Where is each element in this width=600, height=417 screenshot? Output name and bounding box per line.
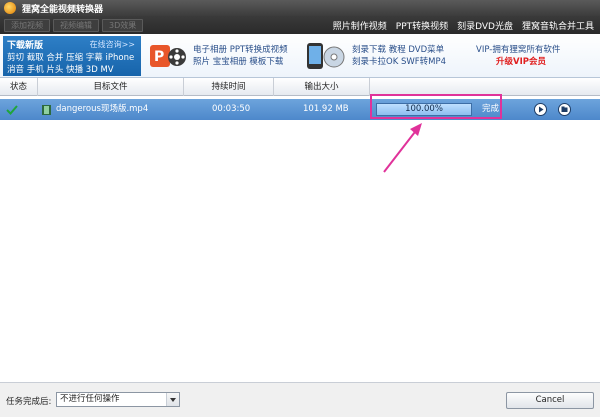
ppt-film-icon: P bbox=[150, 45, 186, 67]
app-window: 狸窝全能视频转换器 添加视频 视频编辑 3D效果 照片制作视频 PPT转换视频 … bbox=[0, 0, 600, 417]
promo-box[interactable]: 下载新版 在线咨询>> 剪切 截取 合并 压缩 字幕 iPhone 消音 手机 … bbox=[3, 36, 141, 76]
title-bar: 狸窝全能视频转换器 bbox=[0, 0, 600, 16]
table-row[interactable]: dangerous现场版.mp4 00:03:50 101.92 MB 100.… bbox=[0, 99, 600, 120]
edit-video-button[interactable]: 视频编辑 bbox=[53, 18, 99, 32]
link-burn-dvd[interactable]: 刻录DVD光盘 bbox=[457, 19, 513, 32]
link-photo-to-video[interactable]: 照片制作视频 bbox=[333, 19, 387, 32]
banner-link-karaoke[interactable]: 刻录卡拉OK SWF转MP4 bbox=[352, 55, 446, 67]
banner-link-photo[interactable]: 照片 宝宝相册 模板下载 bbox=[193, 55, 283, 67]
promo-heading: 下载新版 bbox=[7, 41, 44, 51]
after-task-label: 任务完成后: bbox=[6, 397, 52, 407]
after-task-select[interactable]: 不进行任何操作 bbox=[56, 392, 180, 407]
window-title: 狸窝全能视频转换器 bbox=[22, 4, 104, 15]
add-video-button[interactable]: 添加视频 bbox=[4, 18, 50, 32]
after-task-value: 不进行任何操作 bbox=[60, 394, 120, 404]
open-folder-button[interactable] bbox=[558, 103, 571, 116]
svg-text:P: P bbox=[154, 49, 164, 65]
annotation-arrow-icon bbox=[383, 123, 422, 173]
col-output-size[interactable]: 输出大小 bbox=[274, 78, 370, 96]
col-duration[interactable]: 持续时间 bbox=[184, 78, 274, 96]
checkmark-icon bbox=[6, 99, 20, 120]
ad-banner: 下载新版 在线咨询>> 剪切 截取 合并 压缩 字幕 iPhone 消音 手机 … bbox=[0, 34, 600, 78]
promo-line-2: 消音 手机 片头 快播 3D MV bbox=[7, 65, 114, 75]
3d-effect-button[interactable]: 3D效果 bbox=[102, 18, 144, 32]
col-status[interactable]: 状态 bbox=[0, 78, 38, 96]
highlight-frame bbox=[370, 94, 502, 119]
size-value: 101.92 MB bbox=[303, 104, 349, 114]
cancel-button[interactable]: Cancel bbox=[506, 392, 594, 409]
banner-link-burn[interactable]: 刻录下载 教程 DVD菜单 bbox=[352, 43, 444, 55]
link-audio-merge[interactable]: 狸窝音轨合并工具 bbox=[522, 19, 594, 32]
footer: 任务完成后: 不进行任何操作 Cancel bbox=[0, 383, 600, 417]
promo-line-1: 剪切 截取 合并 压缩 字幕 iPhone bbox=[7, 53, 135, 63]
vip-text[interactable]: VIP-拥有狸窝所有软件 bbox=[476, 43, 560, 55]
toolbar: 添加视频 视频编辑 3D效果 照片制作视频 PPT转换视频 刻录DVD光盘 狸窝… bbox=[0, 16, 600, 34]
upgrade-vip-link[interactable]: 升级VIP会员 bbox=[496, 55, 546, 67]
folder-icon bbox=[561, 106, 568, 112]
play-button[interactable] bbox=[534, 103, 547, 116]
online-help-link[interactable]: 在线咨询>> bbox=[90, 39, 135, 50]
film-icon bbox=[42, 104, 51, 115]
table-header: 状态 目标文件 持续时间 输出大小 bbox=[0, 78, 600, 96]
link-ppt-to-video[interactable]: PPT转换视频 bbox=[396, 19, 448, 32]
chevron-down-icon[interactable] bbox=[166, 393, 179, 406]
file-cell: dangerous现场版.mp4 bbox=[42, 99, 148, 120]
app-logo-icon bbox=[4, 2, 16, 14]
file-name: dangerous现场版.mp4 bbox=[56, 104, 149, 114]
col-target-file[interactable]: 目标文件 bbox=[38, 78, 184, 96]
task-list[interactable]: dangerous现场版.mp4 00:03:50 101.92 MB 100.… bbox=[0, 94, 600, 383]
dvd-device-icon bbox=[307, 43, 345, 69]
banner-link-album[interactable]: 电子相册 PPT转换成视频 bbox=[193, 43, 288, 55]
play-icon bbox=[539, 106, 544, 113]
top-links: 照片制作视频 PPT转换视频 刻录DVD光盘 狸窝音轨合并工具 bbox=[324, 16, 594, 34]
duration-value: 00:03:50 bbox=[212, 104, 251, 114]
